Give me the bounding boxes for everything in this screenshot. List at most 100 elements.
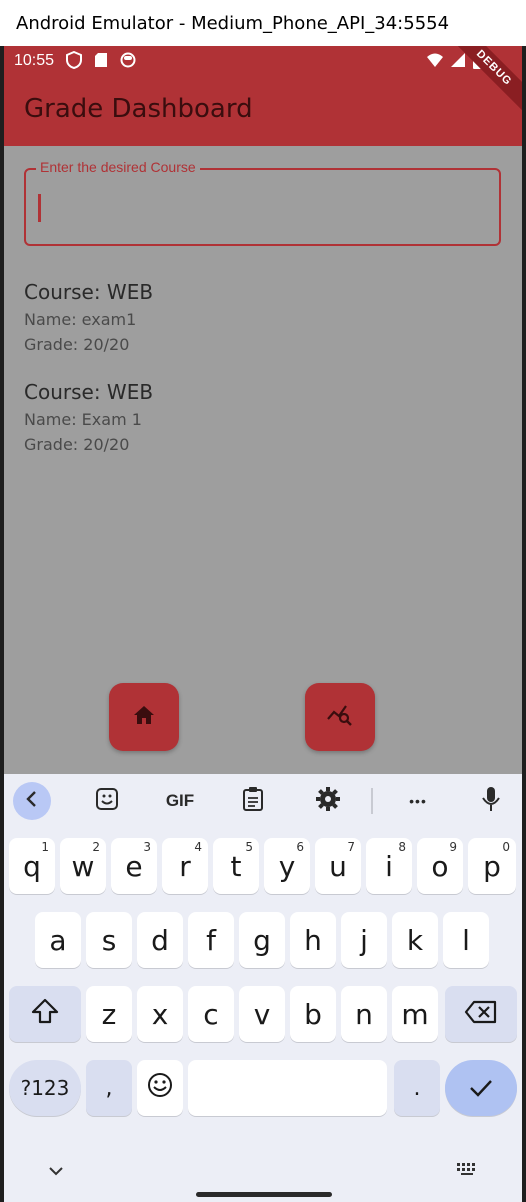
key-hint: 4: [194, 840, 202, 854]
course-input-label: Enter the desired Course: [36, 159, 200, 175]
key-f[interactable]: f: [188, 912, 234, 968]
key-i[interactable]: i8: [366, 838, 412, 894]
signal-icon: [450, 52, 466, 75]
key-label: o: [431, 849, 449, 883]
page-title: Grade Dashboard: [24, 94, 253, 124]
clipboard-icon: [242, 786, 264, 817]
key-label: r: [179, 849, 191, 883]
key-w[interactable]: w2: [60, 838, 106, 894]
key-hint: 8: [398, 840, 406, 854]
key-label: w: [71, 849, 95, 883]
key-hint: 9: [449, 840, 457, 854]
key-h[interactable]: h: [290, 912, 336, 968]
navigation-bar: [4, 1144, 522, 1202]
key-c[interactable]: c: [188, 986, 234, 1042]
key-r[interactable]: r4: [162, 838, 208, 894]
list-item: Course: WEB Name: Exam 1 Grade: 20/20: [24, 380, 153, 460]
key-x[interactable]: x: [137, 986, 183, 1042]
home-button[interactable]: [109, 683, 179, 751]
key-label: i: [385, 849, 393, 883]
period-key[interactable]: .: [394, 1060, 440, 1116]
grade-name: Name: Exam 1: [24, 410, 142, 429]
key-l[interactable]: l: [443, 912, 489, 968]
checkmark-icon: [468, 1072, 494, 1105]
key-hint: 5: [245, 840, 253, 854]
key-a[interactable]: a: [35, 912, 81, 968]
key-hint: 7: [347, 840, 355, 854]
microphone-icon: [482, 786, 500, 817]
key-g[interactable]: g: [239, 912, 285, 968]
key-m[interactable]: m: [392, 986, 438, 1042]
sticker-icon: [95, 787, 119, 816]
key-e[interactable]: e3: [111, 838, 157, 894]
key-label: q: [23, 849, 41, 883]
gesture-handle[interactable]: [196, 1192, 332, 1197]
list-item: Course: WEB Name: exam1 Grade: 20/20: [24, 280, 153, 360]
status-bar: 10:55: [4, 46, 522, 76]
key-hint: 2: [92, 840, 100, 854]
key-label: y: [278, 849, 296, 883]
soft-keyboard: GIF ••• q 1 w 2 e 3 r 4 t 5 y 6 u 7 i 8 …: [4, 774, 522, 1202]
key-t[interactable]: t5: [213, 838, 259, 894]
grade-value: Grade: 20/20: [24, 335, 130, 354]
key-j[interactable]: j: [341, 912, 387, 968]
key-label: e: [125, 849, 143, 883]
shield-icon: [66, 50, 83, 72]
grade-value: Grade: 20/20: [24, 435, 130, 454]
app-bar: Grade Dashboard: [4, 76, 522, 146]
keyboard-collapse-button[interactable]: [13, 782, 51, 820]
settings-button[interactable]: [309, 782, 347, 820]
key-p[interactable]: p0: [468, 838, 516, 894]
key-q[interactable]: q1: [9, 838, 55, 894]
key-d[interactable]: d: [137, 912, 183, 968]
key-label: p: [483, 849, 501, 883]
shift-key[interactable]: [9, 986, 81, 1042]
key-v[interactable]: v: [239, 986, 285, 1042]
background-editor-strip-right: [522, 46, 526, 1202]
clipboard-button[interactable]: [234, 782, 272, 820]
text-cursor: [38, 194, 41, 222]
backspace-key[interactable]: [445, 986, 517, 1042]
key-o[interactable]: o9: [417, 838, 463, 894]
key-u[interactable]: u7: [315, 838, 361, 894]
emoji-key[interactable]: [137, 1060, 183, 1116]
wifi-icon: [426, 52, 444, 75]
emoji-icon: [147, 1072, 173, 1105]
space-key[interactable]: [188, 1060, 387, 1116]
course-input[interactable]: Enter the desired Course: [24, 159, 501, 246]
query-stats-icon: [326, 703, 354, 732]
sd-card-icon: [94, 52, 108, 71]
symbols-key[interactable]: ?123: [9, 1060, 81, 1116]
more-button[interactable]: •••: [399, 782, 437, 820]
sticker-button[interactable]: [88, 782, 126, 820]
enter-key[interactable]: [445, 1060, 517, 1116]
status-time: 10:55: [14, 52, 55, 69]
key-s[interactable]: s: [86, 912, 132, 968]
gif-button[interactable]: GIF: [160, 782, 200, 820]
analytics-button[interactable]: [305, 683, 375, 751]
shift-icon: [30, 997, 60, 1032]
grade-name: Name: exam1: [24, 310, 137, 329]
key-k[interactable]: k: [392, 912, 438, 968]
gear-icon: [315, 786, 341, 817]
voice-input-button[interactable]: [472, 782, 510, 820]
key-label: t: [230, 849, 242, 883]
key-hint: 3: [143, 840, 151, 854]
grade-course: Course: WEB: [24, 380, 154, 404]
key-n[interactable]: n: [341, 986, 387, 1042]
home-icon: [132, 704, 156, 731]
chevron-down-icon[interactable]: [48, 1160, 64, 1181]
window-title: Android Emulator - Medium_Phone_API_34:5…: [0, 0, 526, 46]
comma-key[interactable]: ,: [86, 1060, 132, 1116]
backspace-icon: [464, 998, 498, 1031]
key-z[interactable]: z: [86, 986, 132, 1042]
key-b[interactable]: b: [290, 986, 336, 1042]
keyboard-switch-icon[interactable]: [456, 1162, 478, 1179]
main-content: Enter the desired Course Course: WEB Nam…: [4, 146, 522, 774]
emulator-window: Android Emulator - Medium_Phone_API_34:5…: [0, 0, 526, 1202]
face-icon: [120, 52, 136, 71]
key-hint: 1: [41, 840, 49, 854]
key-y[interactable]: y6: [264, 838, 310, 894]
keyboard-toolbar: GIF •••: [4, 774, 522, 828]
device-screen: 10:55 Grade Dashboard DEBUG Enter the de…: [4, 46, 522, 1202]
